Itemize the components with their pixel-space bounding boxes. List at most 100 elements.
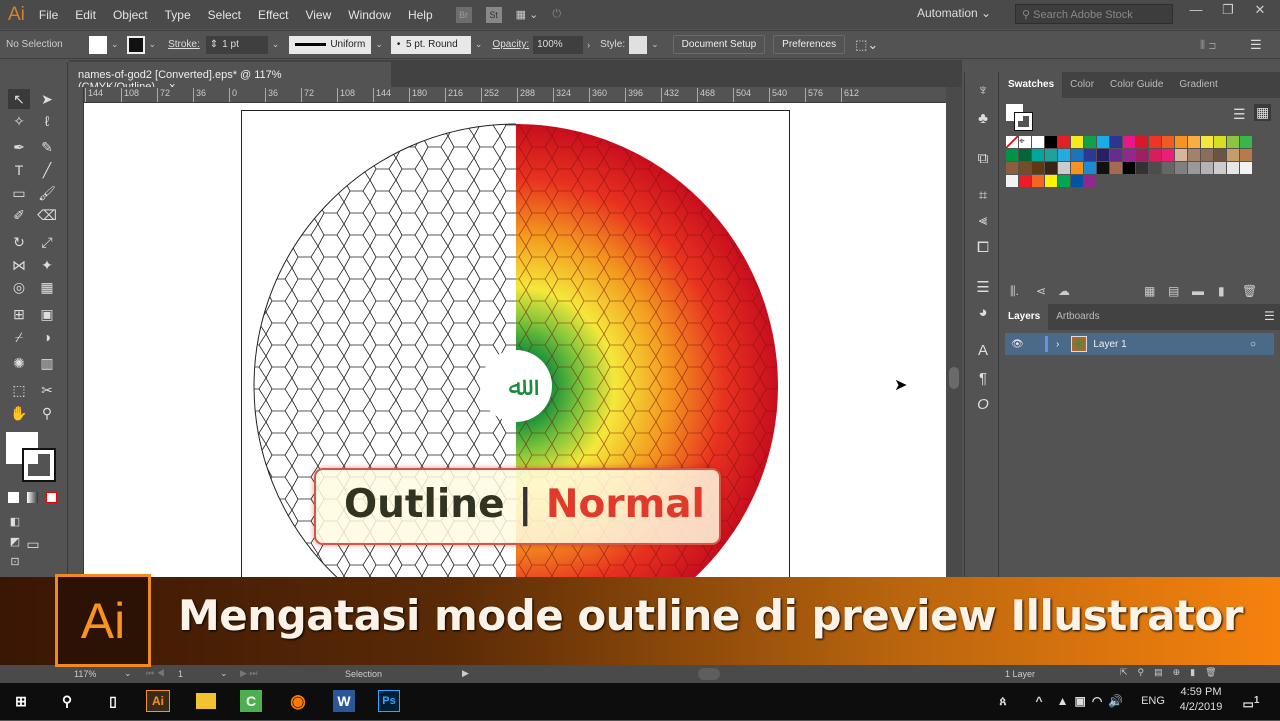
scale-tool-icon[interactable]: ⤢: [36, 232, 58, 252]
magic-wand-tool-icon[interactable]: ✧: [8, 111, 30, 131]
panel-menu-icon[interactable]: ☰: [1250, 37, 1262, 53]
transform-icon[interactable]: ⌗: [973, 187, 993, 204]
swatch[interactable]: [1084, 175, 1096, 187]
swatch[interactable]: [1201, 136, 1213, 148]
task-view-icon[interactable]: ▯: [100, 689, 126, 713]
menu-edit[interactable]: Edit: [75, 8, 96, 22]
swatch[interactable]: [1149, 149, 1161, 161]
cloud-icon[interactable]: ☁: [1058, 284, 1070, 298]
transparency-icon[interactable]: ◕: [973, 304, 993, 321]
swatch[interactable]: [1110, 136, 1122, 148]
people-icon[interactable]: ጰ: [990, 689, 1016, 713]
swatch[interactable]: [1019, 162, 1031, 174]
swatch[interactable]: [1136, 162, 1148, 174]
menu-select[interactable]: Select: [208, 8, 241, 22]
select-similar-icon[interactable]: ⬚⌄: [855, 37, 878, 53]
menu-type[interactable]: Type: [165, 8, 191, 22]
horizontal-scroll-thumb[interactable]: [698, 668, 720, 680]
swatch[interactable]: [1123, 149, 1135, 161]
swatch[interactable]: [1188, 149, 1200, 161]
swatch[interactable]: [1097, 136, 1109, 148]
puppet-warp-tool-icon[interactable]: ✦: [36, 255, 58, 275]
status-menu-arrow[interactable]: ▶: [462, 668, 469, 679]
tab-swatches[interactable]: Swatches: [1000, 72, 1063, 98]
swatch[interactable]: [1123, 162, 1135, 174]
layer-name[interactable]: Layer 1: [1093, 339, 1126, 350]
canvas[interactable]: ﷲ Outline | Normal ➤: [84, 103, 946, 577]
swatch[interactable]: [1175, 136, 1187, 148]
swatch[interactable]: [1019, 149, 1031, 161]
menu-help[interactable]: Help: [408, 8, 433, 22]
direct-selection-tool-icon[interactable]: ➤: [36, 89, 58, 109]
swatch[interactable]: [1110, 162, 1122, 174]
align-icon[interactable]: ⫴ ⊐: [1200, 38, 1216, 53]
swatch[interactable]: [1006, 175, 1018, 187]
fill-swatch[interactable]: [89, 35, 107, 54]
swatch-none[interactable]: [1006, 136, 1018, 148]
swatch[interactable]: [1149, 136, 1161, 148]
swatch[interactable]: [1227, 136, 1239, 148]
swatch-options-icon[interactable]: ▤: [1168, 284, 1179, 298]
artboard-tool-icon[interactable]: ⬚: [8, 380, 30, 400]
swatch[interactable]: [1240, 149, 1252, 161]
swatch[interactable]: [1214, 149, 1226, 161]
artboard-dropdown[interactable]: ⌄: [220, 668, 228, 679]
layer-actions-icons[interactable]: ⇱⚲▤⊕▮🗑: [1120, 667, 1227, 678]
swatch[interactable]: [1214, 162, 1226, 174]
clock[interactable]: 4:59 PM 4/2/2019: [1176, 686, 1226, 713]
share-icon[interactable]: ⋖: [1036, 284, 1046, 298]
taskbar-file-explorer[interactable]: [193, 689, 219, 713]
swatch[interactable]: [1058, 149, 1070, 161]
tab-artboards[interactable]: Artboards: [1048, 304, 1107, 330]
close-button[interactable]: ✕: [1244, 2, 1276, 18]
workspace-switcher[interactable]: Automation ⌄: [917, 6, 991, 20]
opacity-input[interactable]: 100%: [533, 35, 584, 54]
swatch[interactable]: [1227, 149, 1239, 161]
swatch[interactable]: [1032, 162, 1044, 174]
eraser-tool-icon[interactable]: ⌫: [36, 205, 58, 225]
character-icon[interactable]: A: [973, 342, 993, 359]
swatch[interactable]: [1175, 162, 1187, 174]
taskbar-camtasia[interactable]: C: [240, 690, 262, 712]
delete-swatch-icon[interactable]: 🗑: [1242, 284, 1257, 298]
swatch[interactable]: [1071, 162, 1083, 174]
swatch[interactable]: [1201, 162, 1213, 174]
swatch[interactable]: [1214, 136, 1226, 148]
swatch[interactable]: [1058, 162, 1070, 174]
tab-layers[interactable]: Layers: [1000, 304, 1049, 330]
rotate-tool-icon[interactable]: ↻: [8, 232, 30, 252]
menu-effect[interactable]: Effect: [258, 8, 288, 22]
swatch[interactable]: [1097, 162, 1109, 174]
document-tab[interactable]: names-of-god2 [Converted].eps* @ 117% (C…: [69, 62, 391, 93]
swatch-stroke-indicator[interactable]: [1014, 112, 1033, 131]
shaper-tool-icon[interactable]: ✐: [8, 205, 30, 225]
stroke-weight-dropdown[interactable]: ⌄: [272, 39, 280, 50]
swatch[interactable]: [1032, 149, 1044, 161]
swatch[interactable]: [1045, 136, 1057, 148]
hand-tool-icon[interactable]: ✋: [8, 403, 30, 423]
screen-mode-icon[interactable]: ▭: [22, 534, 44, 554]
tray-icons[interactable]: ▲▣◠🔊: [1048, 689, 1138, 713]
symbols-icon[interactable]: ♣: [973, 110, 993, 127]
align-panel-icon[interactable]: ⫷: [973, 212, 993, 229]
swatch-registration[interactable]: ⌖: [1019, 136, 1031, 148]
swatch[interactable]: [1123, 136, 1135, 148]
layer-row[interactable]: 👁 › Layer 1 ○: [1005, 333, 1274, 355]
symbol-sprayer-tool-icon[interactable]: ✺: [8, 353, 30, 373]
color-mode-icon[interactable]: [8, 492, 19, 503]
swatch[interactable]: [1188, 162, 1200, 174]
language-indicator[interactable]: ENG: [1138, 689, 1168, 713]
menu-view[interactable]: View: [305, 8, 331, 22]
scroll-thumb[interactable]: [949, 367, 959, 389]
menu-file[interactable]: File: [39, 8, 58, 22]
swatch[interactable]: [1045, 175, 1057, 187]
swatch[interactable]: [1084, 136, 1096, 148]
swatch[interactable]: [1032, 136, 1044, 148]
eyedropper-tool-icon[interactable]: ⌿: [8, 327, 30, 347]
perspective-grid-tool-icon[interactable]: ▦: [36, 277, 58, 297]
swatch[interactable]: [1071, 136, 1083, 148]
zoom-dropdown[interactable]: ⌄: [124, 668, 132, 679]
swatch-libraries-icon[interactable]: ⫼.: [1010, 284, 1019, 299]
swatch[interactable]: [1136, 136, 1148, 148]
stroke-dropdown[interactable]: ⌄: [149, 39, 157, 50]
